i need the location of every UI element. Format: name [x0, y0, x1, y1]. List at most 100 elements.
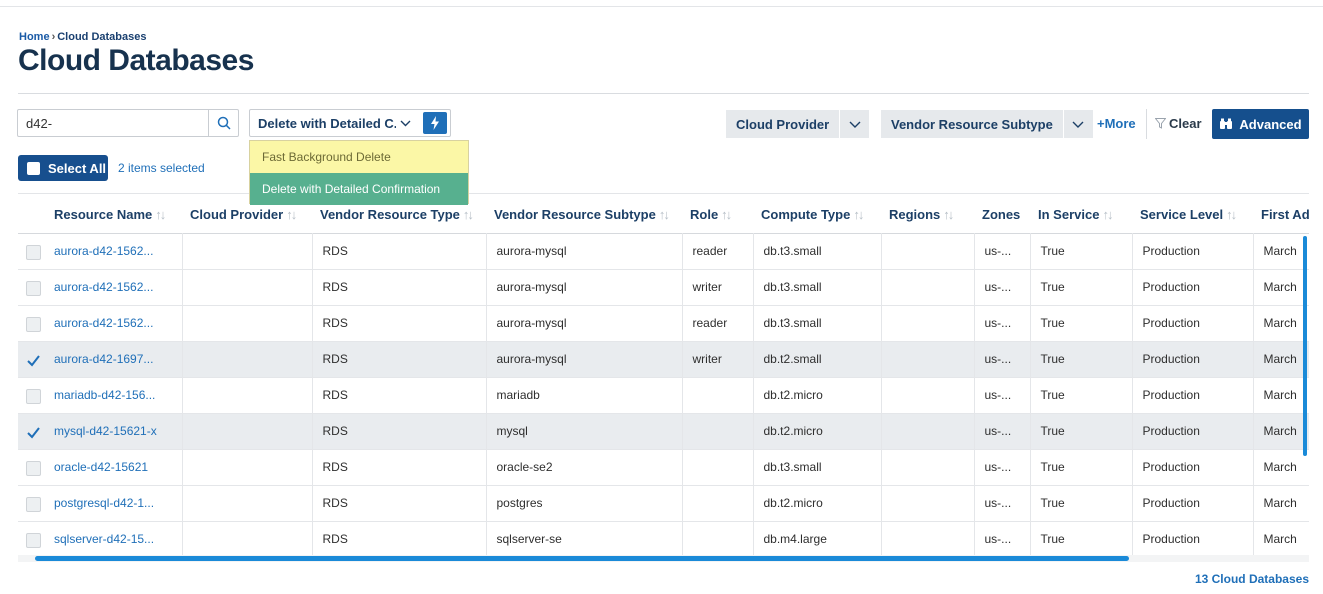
- bolt-icon: [431, 116, 439, 130]
- cell-zones: us-...: [973, 484, 1031, 522]
- cell-compute: db.t3.small: [752, 268, 882, 306]
- column-header[interactable]: Regions ↑↓: [881, 197, 974, 233]
- cell-in-service: True: [1029, 340, 1133, 378]
- sort-icon[interactable]: ↑↓: [721, 207, 732, 222]
- vendor-resource-subtype-filter-label: Vendor Resource Subtype: [891, 116, 1053, 132]
- cell-text: RDS: [322, 496, 348, 510]
- cell-in-service: True: [1029, 376, 1133, 414]
- breadcrumb-home-link[interactable]: Home: [19, 31, 50, 43]
- select-all-button[interactable]: Select All: [18, 155, 108, 181]
- cell-subtype: aurora-mysql: [485, 268, 683, 306]
- column-header[interactable]: First Added: [1253, 197, 1309, 233]
- column-header[interactable]: Resource Name ↑↓: [18, 197, 182, 233]
- resource-name-link[interactable]: oracle-d42-15621: [18, 448, 183, 486]
- cell-text: mysql-d42-15621-x: [54, 424, 157, 438]
- table-row[interactable]: aurora-d42-1697... RDS aurora-mysql writer d…: [18, 340, 1309, 378]
- cell-subtype: mariadb: [485, 376, 683, 414]
- sort-icon[interactable]: ↑↓: [155, 207, 166, 222]
- row-checkbox[interactable]: [26, 244, 41, 260]
- row-checkbox[interactable]: [26, 496, 41, 512]
- table-row[interactable]: sqlserver-d42-15... RDS sqlserver-se db.m4.…: [18, 520, 1309, 558]
- search-input[interactable]: d42-: [18, 110, 208, 136]
- cell-role: [681, 448, 754, 486]
- table-row[interactable]: aurora-d42-1562... RDS aurora-mysql reader d…: [18, 304, 1309, 342]
- row-checkbox[interactable]: [26, 460, 41, 476]
- cell-regions: [880, 448, 975, 486]
- delete-action-select[interactable]: Delete with Detailed C...: [249, 109, 451, 137]
- cell-provider: [181, 268, 313, 306]
- table-row[interactable]: aurora-d42-1562... RDS aurora-mysql reader d…: [18, 232, 1309, 270]
- table-row[interactable]: oracle-d42-15621 RDS oracle-se2 db.t3.small…: [18, 448, 1309, 486]
- cell-text: db.t3.small: [763, 316, 822, 330]
- row-checkbox[interactable]: [26, 353, 41, 368]
- advanced-search-button[interactable]: Advanced: [1212, 109, 1309, 139]
- cell-regions: [880, 232, 975, 270]
- cell-first-added: March: [1252, 268, 1309, 306]
- sort-icon[interactable]: ↑↓: [943, 207, 954, 222]
- checkmark-icon: [27, 354, 40, 367]
- row-checkbox[interactable]: [26, 425, 41, 440]
- resource-name-link[interactable]: mysql-d42-15621-x: [18, 412, 183, 450]
- row-checkbox[interactable]: [26, 532, 41, 548]
- cell-role: [681, 376, 754, 414]
- table-row[interactable]: mariadb-d42-156... RDS mariadb db.t2.micro u…: [18, 376, 1309, 414]
- clear-filters-button[interactable]: Clear: [1155, 116, 1202, 131]
- more-filters-link[interactable]: +More: [1097, 116, 1136, 131]
- cell-type: RDS: [311, 412, 487, 450]
- run-action-button[interactable]: [423, 112, 447, 134]
- table-row[interactable]: aurora-d42-1562... RDS aurora-mysql writer d…: [18, 268, 1309, 306]
- search-icon: [217, 116, 231, 130]
- resource-name-link[interactable]: aurora-d42-1697...: [18, 340, 183, 378]
- sort-icon[interactable]: ↑↓: [286, 207, 297, 222]
- chevron-down-icon: [396, 120, 414, 127]
- breadcrumb: Home › Cloud Databases: [19, 31, 146, 43]
- cell-text: us-...: [984, 496, 1012, 510]
- cell-role: [681, 412, 754, 450]
- column-header[interactable]: Zones: [974, 197, 1030, 233]
- cell-text: Production: [1142, 388, 1200, 402]
- cell-regions: [880, 340, 975, 378]
- sort-icon[interactable]: ↑↓: [1226, 207, 1237, 222]
- resource-name-link[interactable]: mariadb-d42-156...: [18, 376, 183, 414]
- cell-provider: [181, 304, 313, 342]
- cell-text: March: [1263, 352, 1297, 366]
- search-button[interactable]: [208, 110, 238, 136]
- column-header[interactable]: Vendor Resource Subtype ↑↓: [486, 197, 682, 233]
- cloud-provider-filter[interactable]: Cloud Provider: [726, 110, 870, 138]
- cell-regions: [880, 484, 975, 522]
- cell-level: Production: [1131, 268, 1254, 306]
- cell-text: us-...: [984, 460, 1012, 474]
- table-row[interactable]: postgresql-d42-1... RDS postgres db.t2.micr…: [18, 484, 1309, 522]
- resource-name-link[interactable]: sqlserver-d42-15...: [18, 520, 183, 558]
- column-header[interactable]: Compute Type ↑↓: [753, 197, 881, 233]
- sort-icon[interactable]: ↑↓: [659, 207, 670, 222]
- table-row[interactable]: mysql-d42-15621-x RDS mysql db.t2.micro us-.…: [18, 412, 1309, 450]
- vendor-resource-subtype-filter[interactable]: Vendor Resource Subtype: [881, 110, 1093, 138]
- cell-zones: us-...: [973, 268, 1031, 306]
- cell-provider: [181, 484, 313, 522]
- sort-icon[interactable]: ↑↓: [1102, 207, 1113, 222]
- vertical-scrollbar[interactable]: [1303, 236, 1307, 456]
- column-header[interactable]: Role ↑↓: [682, 197, 753, 233]
- cell-text: aurora-d42-1697...: [54, 352, 154, 366]
- column-header[interactable]: Service Level ↑↓: [1132, 197, 1253, 233]
- resource-name-link[interactable]: postgresql-d42-1...: [18, 484, 183, 522]
- column-header-label: Resource Name: [54, 207, 153, 223]
- cell-text: postgresql-d42-1...: [54, 496, 155, 510]
- option-delete-detailed-confirmation[interactable]: Delete with Detailed Confirmation: [250, 173, 468, 205]
- cell-text: us-...: [984, 280, 1012, 294]
- sort-icon[interactable]: ↑↓: [463, 207, 474, 222]
- resource-name-link[interactable]: aurora-d42-1562...: [18, 232, 183, 270]
- cell-text: aurora-mysql: [496, 316, 567, 330]
- option-fast-background-delete[interactable]: Fast Background Delete: [250, 141, 468, 173]
- resource-name-link[interactable]: aurora-d42-1562...: [18, 304, 183, 342]
- horizontal-scrollbar[interactable]: [35, 556, 1129, 561]
- row-checkbox[interactable]: [26, 280, 41, 296]
- column-header[interactable]: In Service ↑↓: [1030, 197, 1132, 233]
- cell-text: aurora-mysql: [496, 280, 567, 294]
- cell-text: sqlserver-d42-15...: [54, 532, 155, 546]
- row-checkbox[interactable]: [26, 388, 41, 404]
- resource-name-link[interactable]: aurora-d42-1562...: [18, 268, 183, 306]
- row-checkbox[interactable]: [26, 316, 41, 332]
- sort-icon[interactable]: ↑↓: [853, 207, 864, 222]
